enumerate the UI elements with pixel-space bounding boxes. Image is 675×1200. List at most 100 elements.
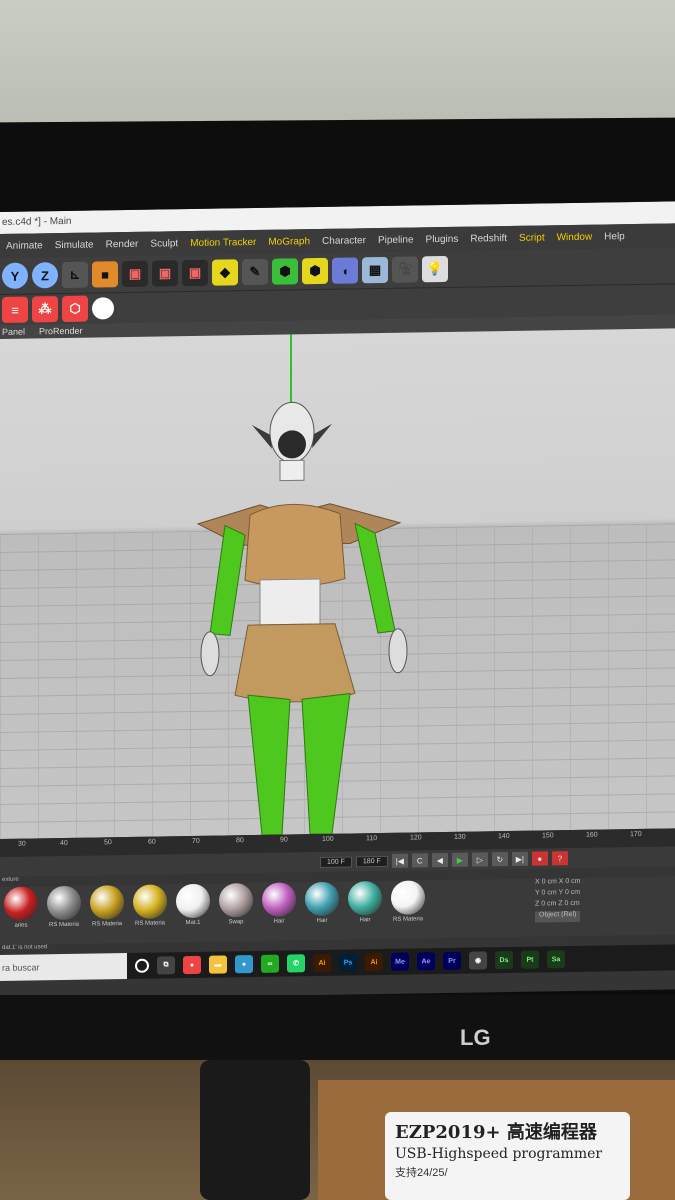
material-sphere [90, 885, 124, 920]
coord-mode-select[interactable]: Object (Rel) [535, 910, 581, 923]
record-icon[interactable]: ● [531, 851, 548, 866]
material-swatch[interactable]: Hair [346, 880, 384, 940]
menu-render[interactable]: Render [100, 238, 145, 250]
render-view-icon[interactable]: ▣ [122, 260, 148, 288]
ruler-tick: 130 [454, 833, 466, 841]
menu-character[interactable]: Character [316, 235, 372, 247]
deformer-icon[interactable]: ◖ [332, 257, 358, 284]
floor-icon[interactable]: ▦ [362, 256, 388, 284]
chrome-icon[interactable]: ● [183, 955, 201, 975]
menu-help[interactable]: Help [598, 231, 631, 243]
material-name: RS Materia [48, 921, 79, 929]
character-model[interactable] [190, 392, 420, 836]
3d-viewport[interactable] [0, 328, 675, 839]
material-swatch[interactable]: Mat.1 [174, 883, 212, 943]
coord-row-z[interactable]: Z 0 cm Z 0 cm [535, 898, 675, 911]
menu-animate[interactable]: Animate [0, 240, 49, 252]
illustrator-icon-2[interactable]: Ai [365, 952, 383, 972]
menu-script[interactable]: Script [513, 232, 551, 244]
material-swatch[interactable]: Hair [260, 882, 298, 941]
panel-menu[interactable]: Panel [2, 325, 25, 339]
material-name: aries [14, 922, 28, 929]
material-name: RS Materia [134, 920, 165, 927]
light-icon[interactable]: 💡 [422, 255, 448, 283]
task-view-icon[interactable]: ⧉ [157, 956, 175, 975]
next-key-icon[interactable]: ▷ [471, 852, 488, 867]
render-settings-icon[interactable]: ▣ [182, 259, 208, 287]
list-icon[interactable]: ≡ [2, 296, 28, 323]
dimension-icon[interactable]: Ds [495, 950, 513, 970]
whatsapp-icon[interactable]: ✆ [287, 954, 305, 973]
gear-icon[interactable] [92, 297, 114, 320]
loop-icon[interactable]: ↻ [491, 852, 508, 867]
render-picture-viewer-icon[interactable]: ▣ [152, 260, 178, 287]
taskbar-search[interactable]: ra buscar [0, 953, 127, 981]
max-frame-field[interactable]: 180 F [355, 855, 388, 867]
menu-simulate[interactable]: Simulate [49, 239, 100, 251]
material-name: Hair [316, 917, 328, 925]
help-icon[interactable]: ? [551, 851, 568, 866]
generator-icon[interactable]: ⬢ [302, 257, 328, 285]
min-frame-field[interactable]: 100 F [320, 855, 352, 868]
step-back-icon[interactable]: ◀ [431, 852, 448, 868]
material-sphere [262, 882, 296, 917]
premiere-icon[interactable]: Pr [443, 951, 461, 971]
material-name: Hair [273, 918, 285, 925]
ruler-tick: 150 [542, 832, 554, 840]
material-swatch[interactable]: RS Materia [389, 880, 427, 939]
material-swatch[interactable]: Hair [303, 881, 341, 941]
material-swatch[interactable]: RS Materia [45, 885, 83, 945]
go-start-icon[interactable]: |◀ [391, 853, 408, 868]
material-swatch[interactable]: Swap [217, 883, 255, 942]
prev-key-icon[interactable]: C [411, 853, 428, 868]
ruler-tick: 160 [586, 831, 598, 839]
cube-orange-icon[interactable]: ■ [92, 261, 118, 288]
material-swatch[interactable]: aries [2, 886, 40, 945]
substance-painter-icon[interactable]: Pt [521, 950, 539, 969]
browser-icon[interactable]: ● [235, 955, 253, 974]
ruler-tick: 140 [498, 832, 510, 841]
illustrator-icon[interactable]: Ai [313, 953, 331, 973]
z-axis-button[interactable]: Z [32, 262, 58, 289]
material-sphere [305, 881, 339, 917]
after-effects-icon[interactable]: Ae [417, 952, 435, 971]
material-name: Swap [228, 919, 244, 926]
material-swatch[interactable]: RS Materia [131, 884, 169, 943]
sticker-subtitle: USB-Highspeed programmer [395, 1146, 603, 1162]
menu-mograph[interactable]: MoGraph [262, 236, 316, 248]
menu-window[interactable]: Window [551, 231, 599, 243]
go-end-icon[interactable]: ▶| [511, 851, 528, 866]
menu-redshift[interactable]: Redshift [464, 232, 513, 245]
monitor-screen: es.c4d *] - Main Animate Simulate Render… [0, 201, 675, 1001]
material-sphere [133, 884, 167, 919]
ruler-tick: 60 [148, 838, 156, 846]
coordinate-system-icon[interactable]: ⊾ [62, 261, 88, 289]
substance-alchemist-icon[interactable]: Sa [547, 950, 565, 969]
prorender-menu[interactable]: ProRender [39, 324, 83, 339]
camera-icon[interactable]: 🎥 [392, 256, 418, 283]
material-swatch[interactable]: RS Materia [88, 885, 126, 944]
ruler-tick: 170 [630, 830, 642, 839]
menu-motion-tracker[interactable]: Motion Tracker [184, 236, 262, 248]
play-icon[interactable]: ▶ [451, 852, 468, 867]
cloner-icon[interactable]: ⁂ [32, 296, 58, 323]
cinema4d-icon[interactable]: ◉ [469, 951, 487, 970]
cube-primitive-icon[interactable]: ◆ [212, 259, 238, 286]
menu-plugins[interactable]: Plugins [420, 233, 465, 245]
y-axis-button[interactable]: Y [2, 262, 28, 289]
sticker-title: EZP2019+ 高速编程器 [395, 1122, 597, 1143]
pen-spline-icon[interactable]: ✎ [242, 258, 268, 286]
menu-pipeline[interactable]: Pipeline [372, 234, 420, 246]
material-manager: aries RS Materia RS Materia RS Materia M… [0, 876, 675, 945]
menu-sculpt[interactable]: Sculpt [144, 238, 184, 250]
cortana-icon[interactable] [135, 958, 149, 973]
subdivision-icon[interactable]: ⬢ [272, 258, 298, 285]
ruler-tick: 30 [18, 840, 26, 848]
cube-red-icon[interactable]: ⬡ [62, 295, 88, 323]
app-icon[interactable]: ∞ [261, 954, 279, 973]
ruler-tick: 80 [236, 837, 244, 845]
photoshop-icon[interactable]: Ps [339, 953, 357, 972]
media-encoder-icon[interactable]: Me [391, 952, 409, 971]
material-name: Mat.1 [185, 919, 201, 927]
folder-icon[interactable]: ▬ [209, 955, 227, 974]
